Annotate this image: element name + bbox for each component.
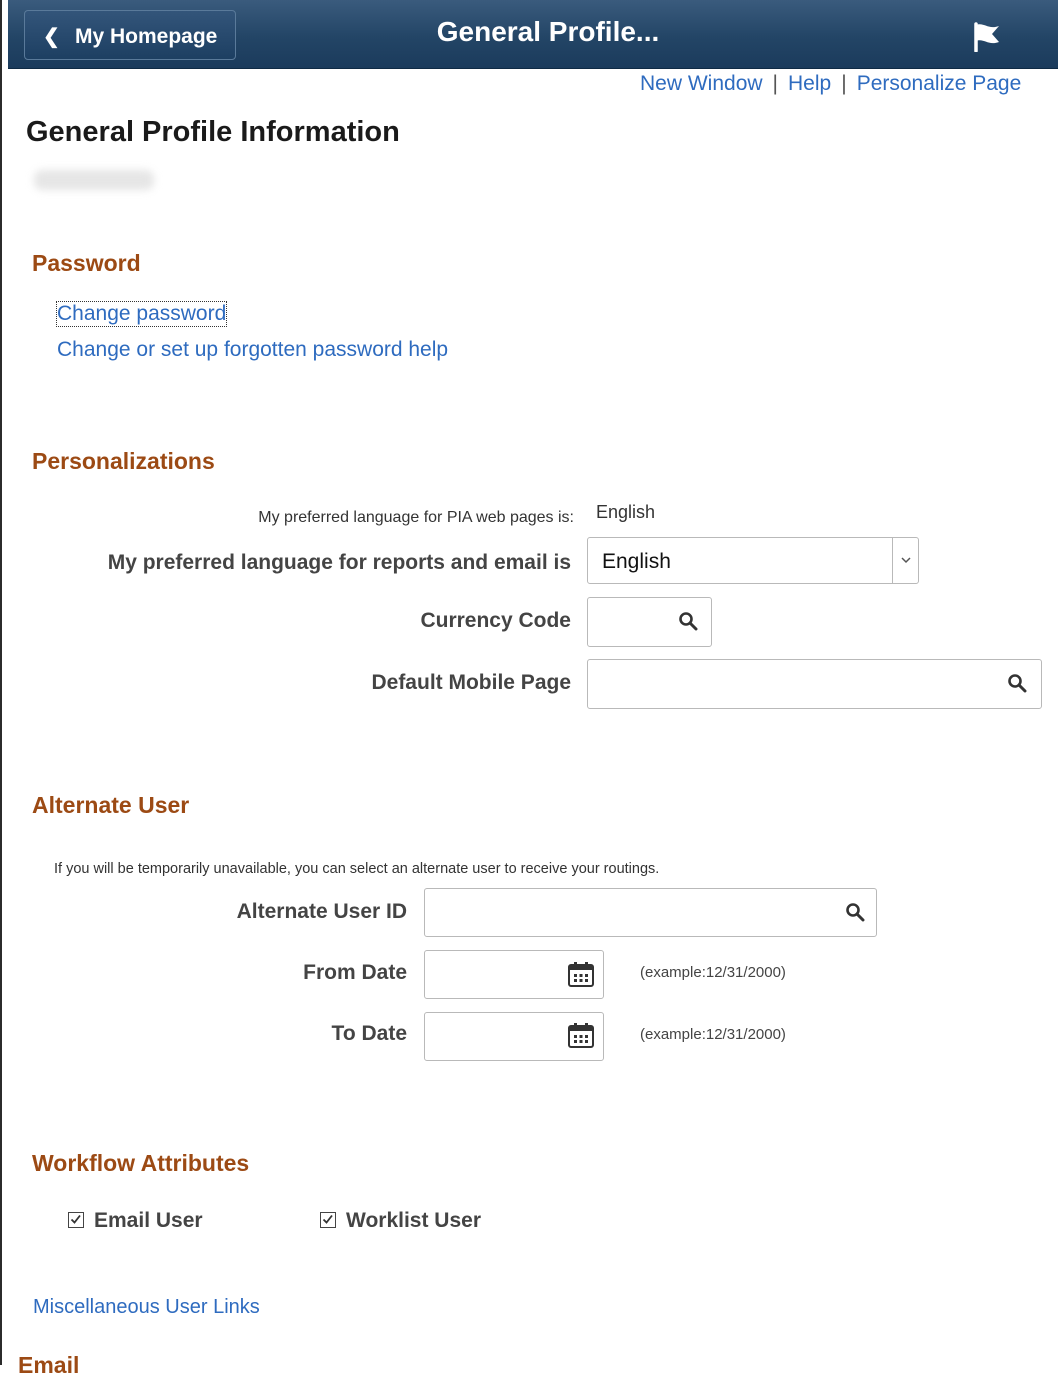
link-separator: | (841, 72, 847, 95)
link-separator: | (772, 72, 779, 95)
pia-language-value: English (596, 502, 656, 522)
flag-icon[interactable] (970, 22, 1002, 52)
page-header-title: General Profile... (436, 16, 660, 47)
email-heading: Email (18, 1352, 80, 1378)
miscellaneous-user-links[interactable]: Miscellaneous User Links (33, 1296, 260, 1319)
calendar-icon[interactable] (567, 960, 595, 988)
user-name-redacted (34, 170, 154, 190)
email-user-label: Email User (94, 1209, 203, 1232)
my-homepage-label: My Homepage (75, 25, 218, 48)
default-mobile-page-label: Default Mobile Page (371, 671, 571, 694)
from-date-label: From Date (303, 961, 407, 984)
pia-language-label: My preferred language for PIA web pages … (258, 509, 574, 526)
search-icon[interactable] (845, 902, 865, 922)
search-icon[interactable] (1007, 673, 1027, 693)
alternate-user-id-input[interactable] (424, 888, 877, 937)
checkbox-icon (68, 1212, 84, 1228)
my-homepage-button[interactable]: ❮ My Homepage (24, 10, 236, 60)
change-password-link[interactable]: Change password (55, 301, 228, 327)
report-language-select[interactable]: English (587, 537, 919, 584)
page-title: General Profile Information (26, 116, 400, 148)
dropdown-arrow-icon (892, 538, 918, 583)
window-left-border (0, 0, 2, 1365)
personalize-page-link[interactable]: Personalize Page (857, 72, 1022, 95)
forgotten-password-help-link[interactable]: Change or set up forgotten password help (57, 338, 448, 362)
help-link[interactable]: Help (788, 72, 831, 95)
checkbox-icon (320, 1212, 336, 1228)
worklist-user-checkbox[interactable]: Worklist User (320, 1209, 481, 1233)
alternate-user-heading: Alternate User (32, 792, 190, 818)
report-language-value: English (602, 550, 671, 573)
personalizations-heading: Personalizations (32, 448, 215, 474)
calendar-icon[interactable] (567, 1021, 595, 1049)
chevron-left-icon: ❮ (43, 26, 60, 48)
alternate-user-description: If you will be temporarily unavailable, … (54, 861, 660, 877)
report-language-label: My preferred language for reports and em… (107, 551, 571, 574)
currency-code-label: Currency Code (420, 609, 571, 632)
alternate-user-id-label: Alternate User ID (236, 900, 407, 923)
password-heading: Password (32, 250, 141, 276)
top-links: New Window | Help | Personalize Page (640, 72, 1021, 96)
worklist-user-label: Worklist User (346, 1209, 481, 1232)
to-date-label: To Date (331, 1022, 407, 1045)
header-bar: ❮ My Homepage General Profile... (8, 0, 1058, 69)
email-user-checkbox[interactable]: Email User (68, 1209, 203, 1233)
search-icon[interactable] (678, 611, 698, 631)
new-window-link[interactable]: New Window (640, 72, 763, 95)
from-date-example: (example:12/31/2000) (640, 964, 786, 981)
to-date-example: (example:12/31/2000) (640, 1026, 786, 1043)
default-mobile-page-input[interactable] (587, 659, 1042, 709)
workflow-attributes-heading: Workflow Attributes (32, 1150, 250, 1176)
